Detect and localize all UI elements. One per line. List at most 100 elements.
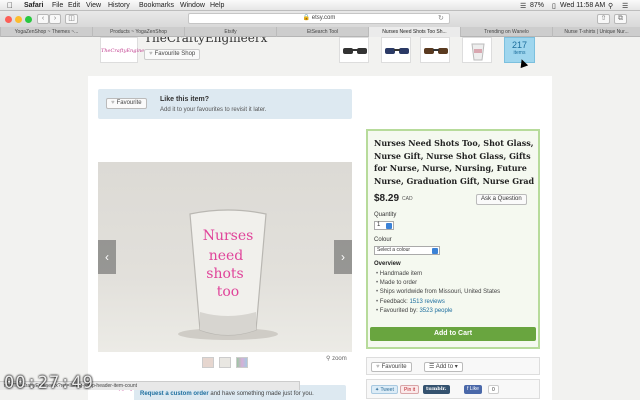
overview-item-favourited: Favourited by: 3523 people [376, 307, 500, 316]
tab-nurse-tshirts[interactable]: Nurse T-shirts | Unique Nur... [552, 27, 640, 37]
tab-yogazenshop-themes[interactable]: YogaZenShop ~ Themes ~... [0, 27, 92, 37]
items-count-label: items [513, 50, 526, 56]
close-window-button[interactable] [5, 16, 12, 23]
shop-item-thumb[interactable] [381, 37, 411, 63]
tweet-label: Tweet [380, 387, 394, 393]
social-share: ✦ Tweet Pin it tumblr. f Like 0 [366, 379, 540, 399]
like-label: Like [469, 386, 479, 392]
battery-percent[interactable]: 87% [530, 2, 544, 9]
wifi-icon[interactable]: ☰ [520, 2, 526, 10]
favourite-prompt-subtitle: Add it to your favourites to revisit it … [160, 107, 267, 113]
zoom-button[interactable]: ⚲ zoom [326, 355, 347, 362]
sidebar-icon[interactable]: ◫ [65, 14, 78, 24]
overview-item: Made to order [376, 279, 500, 288]
share-icon[interactable]: ⇧ [597, 14, 610, 24]
sunglasses-image [343, 48, 367, 54]
menu-help[interactable]: Help [210, 2, 224, 9]
overview-item-feedback: Feedback: 1513 reviews [376, 298, 500, 307]
tab-etsearch-tool[interactable]: EtSearch Tool [276, 27, 368, 37]
quantity-select[interactable]: 1 [374, 221, 394, 230]
price: $8.29 [374, 193, 400, 204]
tumblr-button[interactable]: tumblr. [423, 385, 450, 394]
listing-photo[interactable]: Nurses need shots too ‹ › [98, 162, 352, 352]
colour-label: Colour [374, 237, 392, 243]
tab-etsify[interactable]: Etsify [184, 27, 276, 37]
zoom-window-button[interactable] [25, 16, 32, 23]
currency: CAD [402, 196, 413, 202]
favourite-label: Favourite [381, 364, 407, 370]
favourite-item-button[interactable]: ♥ Favourite [106, 98, 147, 109]
tab-nurses-need-shots[interactable]: Nurses Need Shots Too Sh... [368, 27, 460, 37]
glass-text-line: shots [206, 266, 243, 282]
custom-order-link[interactable]: Request a custom order [140, 391, 209, 397]
shop-item-thumb[interactable] [420, 37, 450, 63]
menu-file[interactable]: File [52, 2, 63, 9]
battery-icon[interactable]: ▯ [552, 2, 556, 10]
items-count-number: 217 [511, 40, 528, 50]
facebook-like-button[interactable]: f Like [464, 385, 482, 394]
like-count: 0 [488, 385, 499, 394]
listing-container: ♥ Favourite Like this item? Add it to you… [88, 76, 552, 400]
tab-yogazenshop-products[interactable]: Products ~ YogaZenShop [92, 27, 184, 37]
forward-button[interactable]: › [49, 14, 61, 24]
next-image-button[interactable]: › [334, 240, 352, 274]
menu-history[interactable]: History [108, 2, 130, 9]
zoom-label: zoom [332, 356, 347, 362]
tweet-button[interactable]: ✦ Tweet [371, 385, 398, 394]
overview-title: Overview [374, 261, 401, 267]
heart-icon: ♥ [111, 100, 115, 106]
quantity-value: 1 [377, 222, 381, 228]
feedback-reviews-link[interactable]: 1513 reviews [409, 299, 444, 305]
back-button[interactable]: ‹ [37, 14, 49, 24]
colour-select[interactable]: Select a colour [374, 246, 440, 255]
image-thumbnail[interactable] [236, 357, 248, 368]
shop-item-thumb[interactable] [462, 37, 492, 63]
menu-view[interactable]: View [86, 2, 101, 9]
add-to-label: Add to [435, 364, 454, 370]
favourite-shop-button[interactable]: ♥ Favourite Shop [144, 49, 201, 60]
buy-box: Nurses Need Shots Too, Shot Glass, Nurse… [366, 129, 540, 349]
add-to-list-button[interactable]: ☰ Add to ▾ [424, 362, 463, 372]
address-bar[interactable]: 🔒 etsy.com [188, 13, 450, 24]
tabs-overview-icon[interactable]: ⧉ [614, 14, 627, 24]
favourite-button[interactable]: ♥ Favourite [371, 362, 412, 372]
apple-icon[interactable]:  [7, 1, 13, 10]
minimize-window-button[interactable] [15, 16, 22, 23]
shot-glass-image [471, 43, 485, 61]
previous-image-button[interactable]: ‹ [98, 240, 116, 274]
menu-window[interactable]: Window [180, 2, 205, 9]
add-to-cart-button[interactable]: Add to Cart [370, 327, 536, 341]
favourite-item-label: Favourite [116, 100, 142, 106]
page-content: TheCraftyEngineerx TheCraftyEngineerx ♥ F… [0, 37, 640, 400]
shop-logo[interactable]: TheCraftyEngineerx [100, 37, 152, 63]
menu-edit[interactable]: Edit [68, 2, 80, 9]
menu-app-safari[interactable]: Safari [24, 2, 43, 9]
clock[interactable]: Wed 11:58 AM [560, 2, 605, 9]
feedback-label: Feedback: [379, 298, 410, 305]
heart-icon: ♥ [149, 51, 153, 57]
quantity-label: Quantity [374, 212, 397, 218]
spotlight-icon[interactable]: ⚲ [608, 2, 613, 10]
glass-text-line: need [209, 248, 244, 264]
shop-item-thumb[interactable] [339, 37, 369, 63]
image-thumbnail[interactable] [219, 357, 231, 368]
image-thumbnail[interactable] [202, 357, 214, 368]
pin-it-button[interactable]: Pin it [400, 385, 420, 394]
menu-bookmarks[interactable]: Bookmarks [139, 2, 174, 9]
tab-bar: YogaZenShop ~ Themes ~... Products ~ Yog… [0, 27, 640, 37]
glass-text-line: Nurses [203, 228, 254, 244]
list-icon: ☰ [429, 364, 436, 370]
select-arrows-icon [386, 223, 392, 229]
sunglasses-image [424, 48, 448, 54]
notification-center-icon[interactable]: ☰ [622, 2, 628, 10]
reload-icon[interactable]: ↻ [438, 14, 444, 22]
favourited-people-link[interactable]: 3523 people [419, 308, 452, 314]
address-text: etsy.com [311, 15, 336, 21]
select-arrows-icon [432, 248, 438, 254]
ask-question-button[interactable]: Ask a Question [476, 194, 527, 205]
overview-list: Handmade item Made to order Ships worldw… [376, 270, 500, 316]
shop-name[interactable]: TheCraftyEngineerx [144, 37, 267, 45]
custom-order-text: and have something made just for you. [208, 391, 314, 397]
sunglasses-image [385, 48, 409, 54]
tab-trending-wanelo[interactable]: Trending on Wanelo [460, 27, 552, 37]
